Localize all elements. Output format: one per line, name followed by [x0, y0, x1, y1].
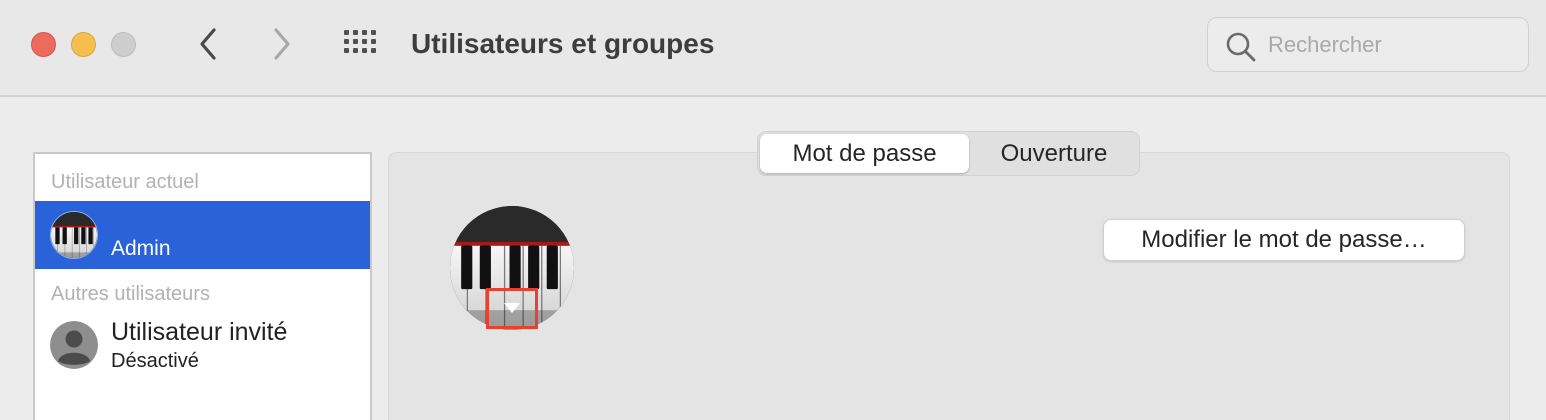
change-password-button[interactable]: Modifier le mot de passe… [1103, 219, 1465, 261]
user-list: Utilisateur actuel Admin Autres utilisat… [33, 152, 372, 420]
user-row-admin[interactable]: Admin [35, 201, 370, 269]
chevron-right-icon [274, 28, 290, 60]
user-name: Utilisateur invité [111, 318, 288, 346]
forward-button[interactable] [262, 22, 302, 66]
search-field[interactable] [1207, 17, 1529, 72]
other-users-header: Autres utilisateurs [51, 283, 210, 305]
piano-avatar-icon [50, 211, 98, 259]
window-title: Utilisateurs et groupes [411, 28, 715, 59]
search-icon [1226, 32, 1256, 62]
user-name: Admin [111, 237, 171, 260]
title-bar: Utilisateurs et groupes [0, 0, 1546, 97]
user-status: Désactivé [111, 350, 199, 372]
tab-control: Mot de passe Ouverture [757, 131, 1140, 176]
tab-password[interactable]: Mot de passe [760, 134, 969, 173]
chevron-left-icon [200, 28, 216, 60]
close-window-button[interactable] [31, 32, 56, 57]
tab-login-items[interactable]: Ouverture [971, 134, 1137, 173]
caret-down-icon [504, 303, 520, 313]
default-person-icon [50, 321, 98, 369]
user-row-guest[interactable]: Utilisateur invité Désactivé [35, 310, 370, 380]
zoom-window-button[interactable] [111, 32, 136, 57]
edit-picture-button[interactable] [486, 288, 538, 329]
minimize-window-button[interactable] [71, 32, 96, 57]
current-user-header: Utilisateur actuel [51, 171, 199, 193]
search-input[interactable] [1268, 28, 1518, 62]
back-button[interactable] [188, 22, 228, 66]
grid-icon [344, 30, 376, 53]
show-all-button[interactable] [340, 26, 384, 62]
